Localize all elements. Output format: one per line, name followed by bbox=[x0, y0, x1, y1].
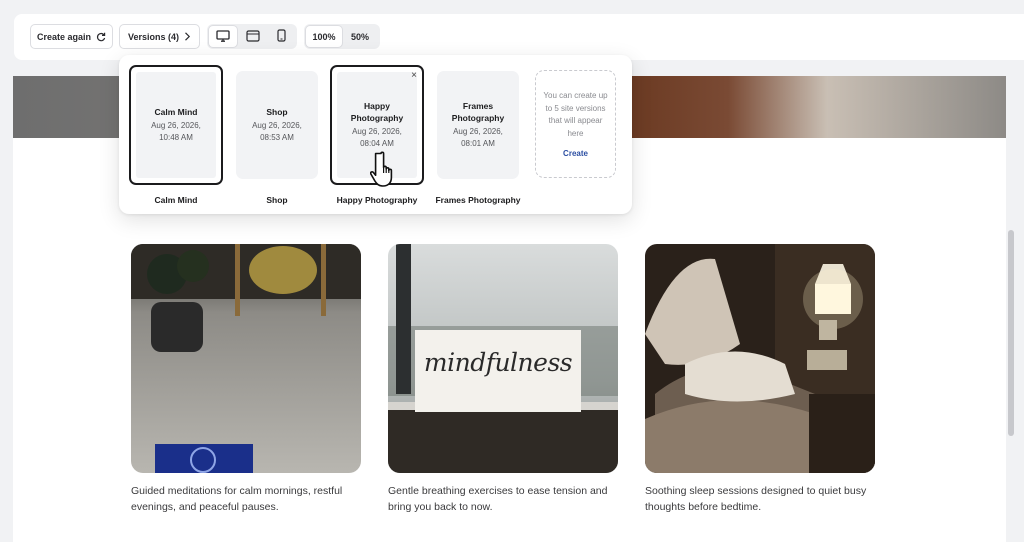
version-card-calm-mind[interactable]: Calm Mind Aug 26, 2026, 10:48 AM Calm Mi… bbox=[129, 65, 223, 205]
feature-card: Guided meditations for calm mornings, re… bbox=[131, 244, 361, 515]
top-toolbar: Create again Versions (4) 100% 50% bbox=[14, 14, 1024, 60]
version-thumbnail[interactable]: Shop Aug 26, 2026, 08:53 AM bbox=[236, 71, 318, 179]
mobile-icon bbox=[277, 29, 286, 44]
chevron-right-icon bbox=[184, 32, 191, 41]
device-switcher bbox=[207, 24, 297, 49]
card-caption: Guided meditations for calm mornings, re… bbox=[131, 485, 343, 513]
zoom-switcher: 100% 50% bbox=[304, 24, 380, 49]
version-label: Calm Mind bbox=[154, 195, 198, 205]
version-name: Happy Photography bbox=[350, 100, 404, 123]
tablet-icon bbox=[245, 29, 260, 44]
card-caption: Gentle breathing exercises to ease tensi… bbox=[388, 485, 608, 513]
version-time: 08:53 AM bbox=[260, 133, 294, 142]
versions-button[interactable]: Versions (4) bbox=[119, 24, 200, 49]
bedroom-lamp-image bbox=[645, 244, 875, 473]
feature-card: mindfulness Gentle breathing exercises t… bbox=[388, 244, 618, 515]
placeholder-text: You can create up to 5 site versions tha… bbox=[543, 91, 608, 138]
scrollbar-thumb[interactable] bbox=[1008, 230, 1014, 436]
refresh-icon bbox=[96, 32, 106, 42]
version-card-frames-photography[interactable]: Frames Photography Aug 26, 2026, 08:01 A… bbox=[435, 65, 529, 205]
version-label: Shop bbox=[266, 195, 288, 205]
version-label: Happy Photography bbox=[336, 195, 418, 205]
zoom-50-button[interactable]: 50% bbox=[342, 26, 378, 47]
versions-label: Versions (4) bbox=[127, 31, 180, 42]
version-date: Aug 26, 2026, bbox=[252, 120, 302, 130]
feature-card: Soothing sleep sessions designed to quie… bbox=[645, 244, 875, 515]
version-thumbnail[interactable]: Frames Photography Aug 26, 2026, 08:01 A… bbox=[437, 71, 519, 179]
version-name: Frames Photography bbox=[451, 100, 505, 123]
version-name: Shop bbox=[266, 106, 288, 117]
desktop-icon bbox=[216, 29, 230, 44]
device-tablet-button[interactable] bbox=[237, 26, 268, 47]
version-date: Aug 26, 2026, bbox=[352, 126, 402, 136]
version-time: 08:01 AM bbox=[461, 139, 495, 148]
create-again-button[interactable]: Create again bbox=[30, 24, 113, 49]
meditation-room-image bbox=[131, 244, 361, 473]
version-card-shop[interactable]: Shop Aug 26, 2026, 08:53 AM Shop bbox=[234, 65, 328, 205]
zoom-100-button[interactable]: 100% bbox=[306, 26, 342, 47]
version-date: Aug 26, 2026, bbox=[151, 120, 201, 130]
close-icon[interactable]: × bbox=[411, 71, 417, 81]
device-mobile-button[interactable] bbox=[268, 26, 295, 47]
card-caption: Soothing sleep sessions designed to quie… bbox=[645, 485, 867, 513]
device-desktop-button[interactable] bbox=[209, 26, 237, 47]
create-version-placeholder: You can create up to 5 site versions tha… bbox=[535, 70, 616, 178]
version-date: Aug 26, 2026, bbox=[453, 126, 503, 136]
version-name: Calm Mind bbox=[154, 106, 198, 117]
version-thumbnail[interactable]: Calm Mind Aug 26, 2026, 10:48 AM bbox=[129, 65, 223, 185]
create-version-link[interactable]: Create bbox=[563, 149, 588, 158]
sign-text: mindfulness bbox=[423, 348, 573, 377]
version-time: 08:04 AM bbox=[360, 139, 394, 148]
hand-pointer-icon bbox=[369, 150, 404, 193]
mindfulness-sign-image: mindfulness bbox=[388, 244, 618, 473]
version-label: Frames Photography bbox=[435, 195, 521, 205]
version-time: 10:48 AM bbox=[159, 133, 193, 142]
create-again-label: Create again bbox=[36, 31, 92, 42]
